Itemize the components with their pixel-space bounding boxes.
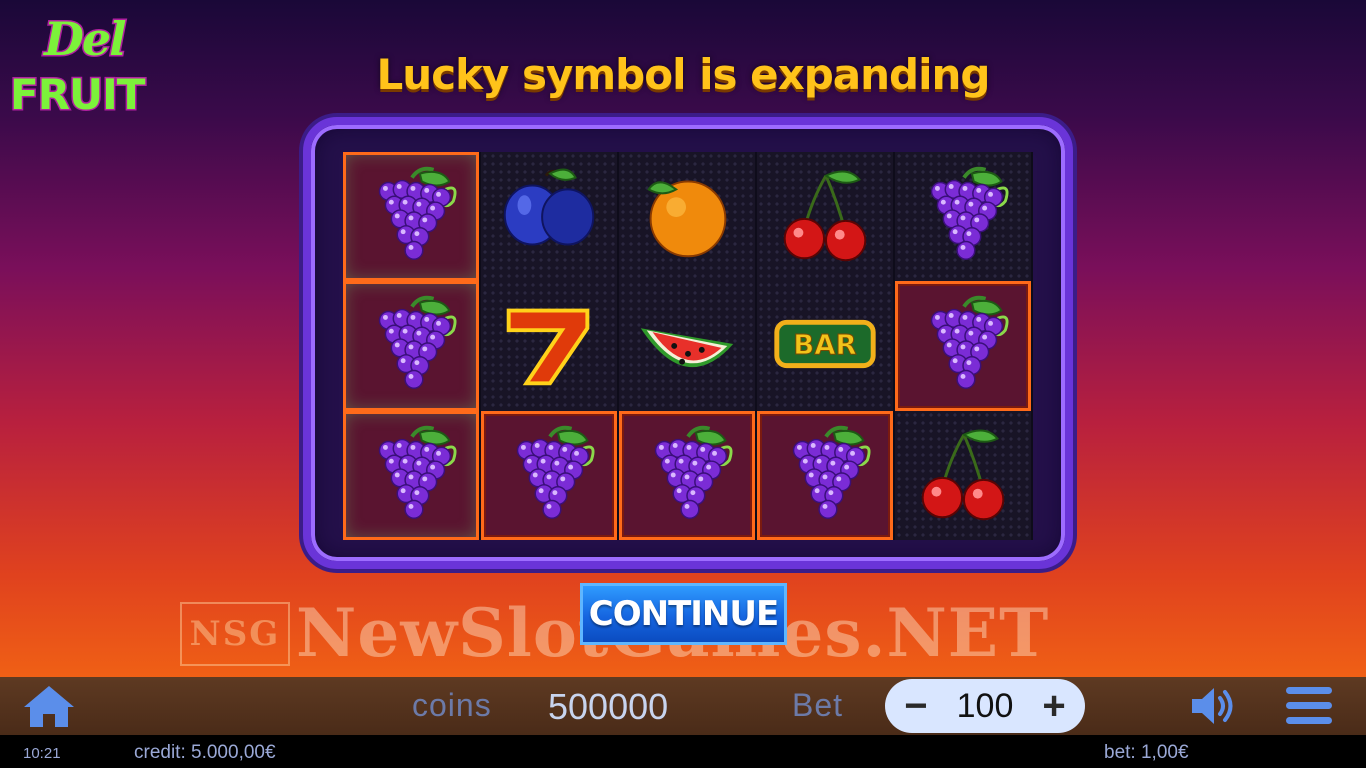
grapes-icon [351, 159, 471, 274]
bet-decrease-button[interactable]: − [889, 679, 943, 733]
reel-cell-grapes [481, 410, 619, 540]
coins-value: 500000 [548, 686, 669, 727]
reel-cell-seven [481, 281, 619, 411]
reel-cell-orange [619, 152, 757, 282]
reel-cell-grapes [619, 410, 757, 540]
reel-cell-cherry [895, 410, 1033, 540]
speaker-icon[interactable] [1186, 684, 1242, 728]
bet-info: bet: 1,00€ [1104, 742, 1189, 763]
grapes-icon [765, 418, 885, 533]
watermark-logo: NSG [180, 602, 290, 666]
grapes-icon [351, 418, 471, 533]
status-bar: 10:21 credit: 5.000,00€ bet: 1,00€ [0, 735, 1366, 768]
reel-cell-grapes [343, 281, 481, 411]
grapes-icon [903, 159, 1023, 274]
reel-cell-grapes [343, 410, 481, 540]
bar-icon: BAR [765, 288, 885, 403]
bet-label: Bet [792, 687, 844, 723]
seven-icon [489, 288, 609, 403]
reel-cell-grapes [757, 410, 895, 540]
reel-cell-grapes [895, 152, 1033, 282]
bet-stepper: − 100 + [885, 679, 1085, 733]
grapes-icon [351, 288, 471, 403]
cherry-icon [765, 159, 885, 274]
clock: 10:21 [23, 745, 61, 762]
grapes-icon [903, 288, 1023, 403]
reel-cell-grapes [895, 281, 1033, 411]
reel-cell-grapes [343, 152, 481, 282]
orange-icon [627, 159, 747, 274]
grapes-icon [489, 418, 609, 533]
home-icon[interactable] [20, 683, 78, 729]
plum-icon [489, 159, 609, 274]
reel-grid: BAR [343, 152, 1033, 540]
grapes-icon [627, 418, 747, 533]
message-title: Lucky symbol is expanding [376, 50, 991, 99]
reel-cell-bar: BAR [757, 281, 895, 411]
coins-label: coins [412, 687, 492, 723]
reel-cell-plum [481, 152, 619, 282]
cherry-icon [903, 418, 1023, 533]
reel-cell-watermelon [619, 281, 757, 411]
bet-value: 100 [956, 687, 1014, 725]
credit-info: credit: 5.000,00€ [134, 742, 276, 763]
continue-button[interactable]: CONTINUE [580, 583, 787, 645]
hamburger-menu-icon[interactable] [1284, 683, 1334, 729]
bottom-control-bar: coins 500000 Bet − 100 + [0, 677, 1366, 735]
bet-increase-button[interactable]: + [1027, 679, 1081, 733]
reel-cell-cherry [757, 152, 895, 282]
svg-text:BAR: BAR [793, 329, 857, 361]
watermelon-icon [627, 288, 747, 403]
